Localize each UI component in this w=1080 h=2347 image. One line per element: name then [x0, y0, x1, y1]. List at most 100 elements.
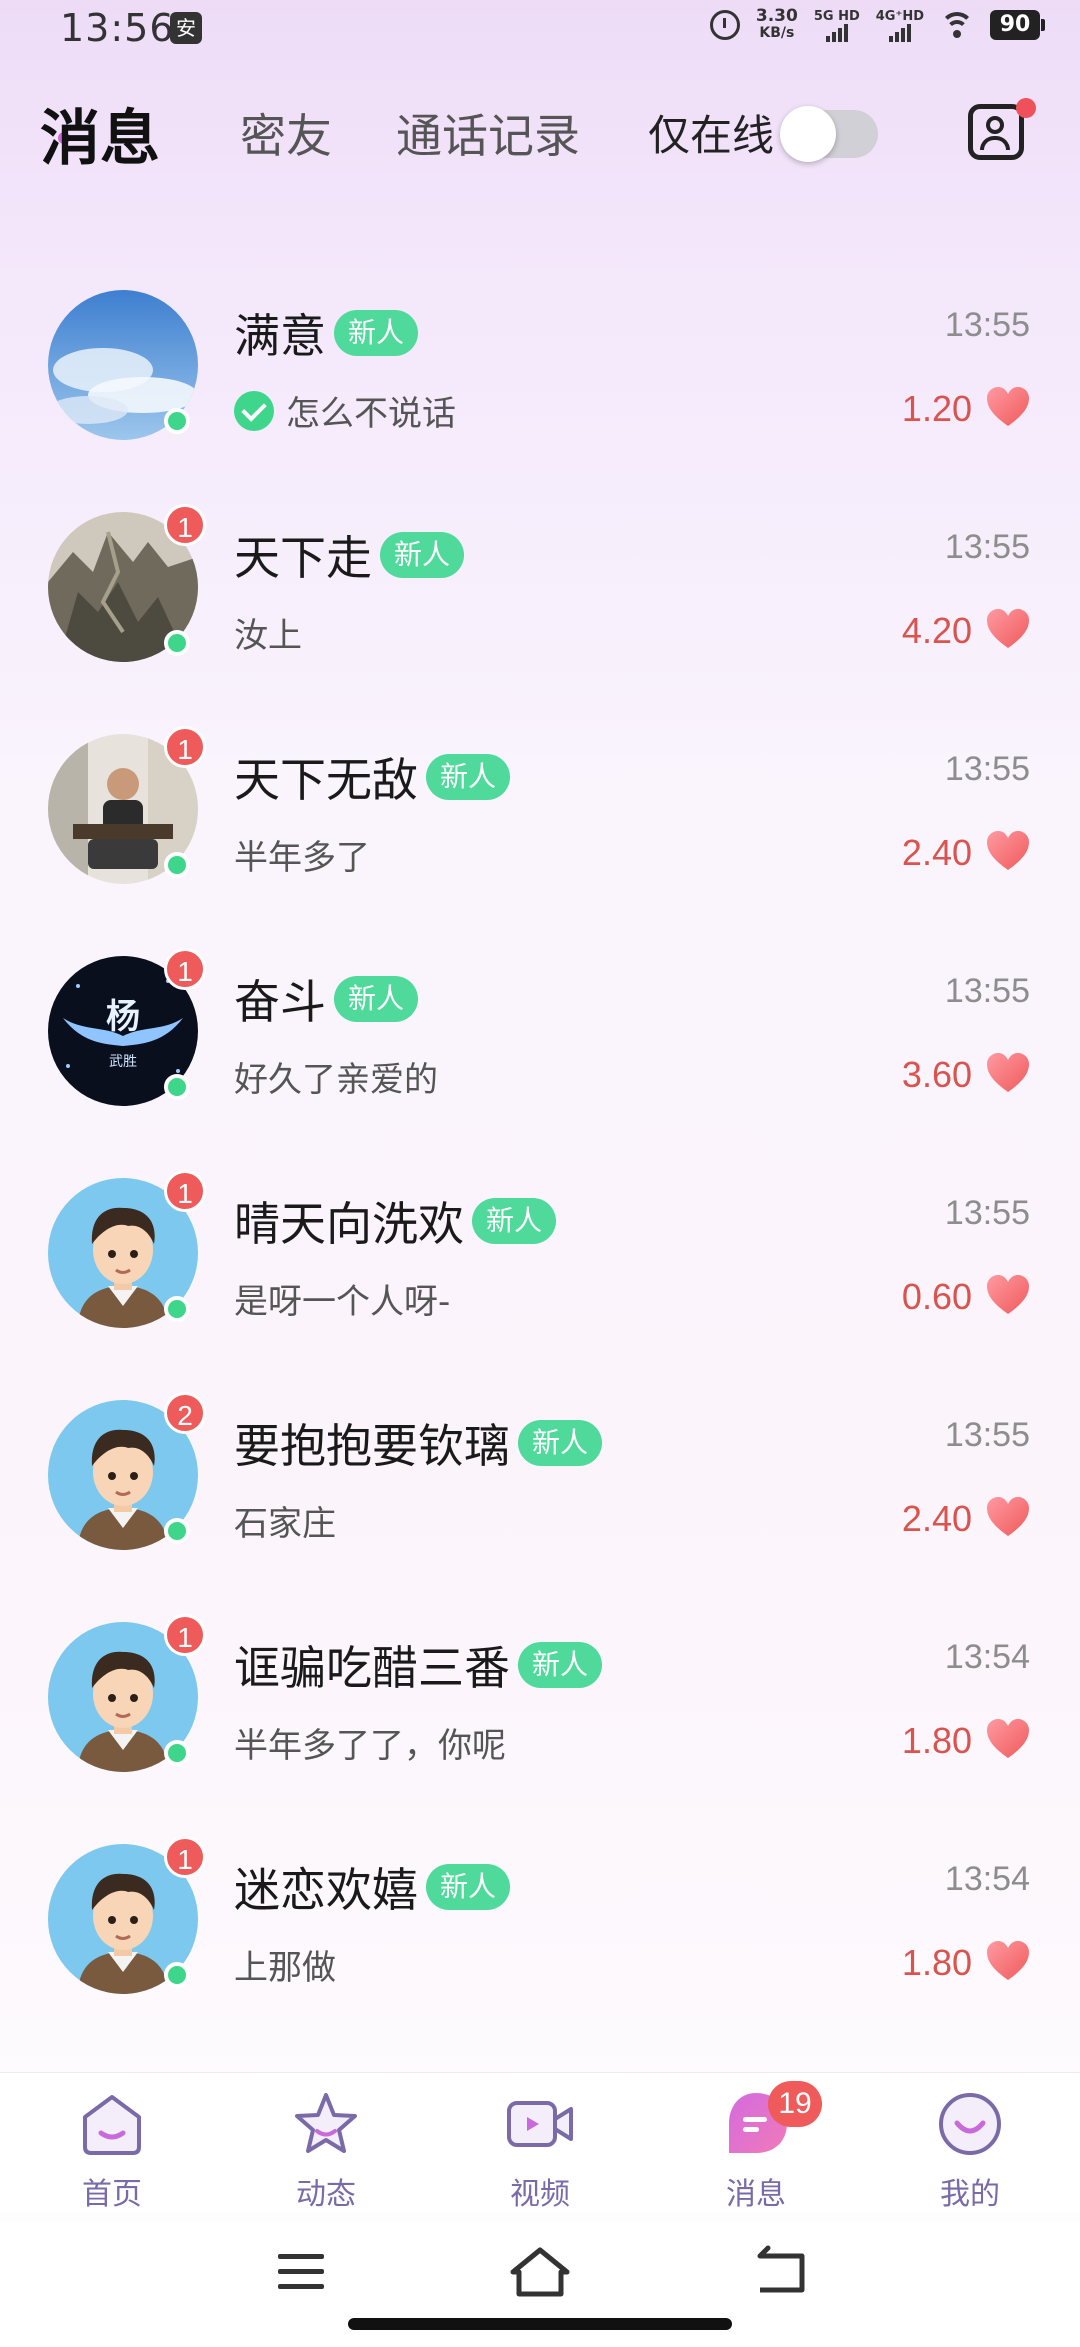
online-status-dot: [164, 1296, 190, 1322]
conversation-row[interactable]: 1 天下走 新人 13:55 汝上 4.20: [0, 492, 1080, 714]
nav-feed[interactable]: 动态: [256, 2089, 396, 2219]
system-nav-bar: [0, 2222, 1080, 2347]
battery-icon: 90: [990, 10, 1045, 40]
message-time: 13:54: [944, 1860, 1030, 1898]
heart-icon: [987, 1275, 1029, 1314]
signal-sim1-icon: 5G HD: [814, 9, 860, 42]
back-icon[interactable]: [746, 2242, 816, 2302]
nav-label: 视频: [510, 2177, 570, 2212]
nav-video[interactable]: 视频: [470, 2089, 610, 2219]
home-button-icon[interactable]: [505, 2242, 575, 2302]
conversation-row[interactable]: 满意 新人 13:55 怎么不说话 1.20: [0, 270, 1080, 492]
tab-close-friends[interactable]: 密友: [240, 100, 332, 166]
network-speed-unit: KB/s: [759, 25, 795, 41]
sim1-label: 5G HD: [813, 8, 860, 24]
tab-messages[interactable]: 消息: [40, 90, 160, 177]
nav-home[interactable]: 首页: [42, 2089, 182, 2219]
heart-icon: [987, 1497, 1029, 1536]
sim2-label: 4G⁺HD: [875, 8, 924, 24]
new-user-badge: 新人: [334, 310, 419, 356]
video-icon: [507, 2101, 573, 2147]
intimacy-score: 4.20: [901, 610, 972, 651]
online-only-toggle[interactable]: [780, 106, 878, 162]
toggle-knob: [780, 106, 836, 162]
intimacy-score: 1.20: [901, 388, 972, 429]
new-user-badge: 新人: [518, 1642, 603, 1688]
intimacy-score: 1.80: [901, 1942, 972, 1983]
last-message: 好久了亲爱的: [234, 1060, 438, 1100]
unread-badge: 1: [164, 504, 206, 546]
new-user-badge: 新人: [426, 754, 511, 800]
new-user-badge: 新人: [334, 976, 419, 1022]
network-speed: 3.30 KB/s: [756, 8, 798, 42]
nav-profile[interactable]: 我的: [900, 2089, 1040, 2219]
last-message: 半年多了了，你呢: [234, 1726, 506, 1766]
contact-name: 天下走: [234, 531, 372, 585]
unread-badge: 1: [164, 948, 206, 990]
intimacy-score: 2.40: [901, 1498, 972, 1539]
heart-icon: [987, 1719, 1029, 1758]
network-speed-value: 3.30: [755, 6, 798, 26]
online-status-dot: [164, 852, 190, 878]
intimacy-score: 0.60: [901, 1276, 972, 1317]
notification-app-icon: 安: [170, 12, 202, 44]
contact-name: 迷恋欢嬉: [234, 1863, 418, 1917]
nav-label: 首页: [82, 2177, 142, 2212]
contact-name: 要抱抱要钦璃: [234, 1419, 510, 1473]
online-status-dot: [164, 1740, 190, 1766]
status-bar: 13:56 安 3.30 KB/s 5G HD 4G⁺HD 90: [0, 0, 1080, 60]
intimacy-score: 1.80: [901, 1720, 972, 1761]
heart-icon: [987, 387, 1029, 426]
online-status-dot: [164, 1074, 190, 1100]
avatar-logo-text: 杨: [106, 997, 140, 1037]
last-message: 半年多了: [234, 838, 370, 878]
contact-name: 满意: [234, 309, 326, 363]
contact-name: 诓骗吃醋三番: [234, 1641, 510, 1695]
conversation-row[interactable]: 1 晴天向洗欢 新人 13:55 是呀一个人呀- 0.60: [0, 1158, 1080, 1380]
message-time: 13:54: [944, 1638, 1030, 1676]
unread-badge: 1: [164, 1170, 206, 1212]
contact-name: 晴天向洗欢: [234, 1197, 464, 1251]
online-only-label: 仅在线: [648, 111, 775, 160]
last-message: 是呀一个人呀-: [234, 1282, 451, 1322]
conversation-row[interactable]: 2 要抱抱要钦璃 新人 13:55 石家庄 2.40: [0, 1380, 1080, 1602]
contact-name: 奋斗: [234, 975, 326, 1029]
nav-label: 我的: [940, 2177, 1000, 2212]
last-message: 怎么不说话: [286, 394, 456, 434]
new-user-badge: 新人: [472, 1198, 557, 1244]
message-time: 13:55: [944, 1194, 1030, 1232]
signal-sim2-icon: 4G⁺HD: [876, 9, 924, 42]
conversation-row[interactable]: 1 迷恋欢嬉 新人 13:54 上那做 1.80: [0, 1824, 1080, 2046]
online-status-dot: [164, 408, 190, 434]
conversation-row[interactable]: 1 天下无敌 新人 13:55 半年多了 2.40: [0, 714, 1080, 936]
nav-messages[interactable]: 19 消息: [686, 2081, 826, 2219]
star-icon: [295, 2093, 357, 2153]
conversation-row[interactable]: 1 诓骗吃醋三番 新人 13:54 半年多了了，你呢 1.80: [0, 1602, 1080, 1824]
unread-badge: 2: [164, 1392, 206, 1434]
contact-name: 天下无敌: [234, 753, 418, 807]
conversation-row[interactable]: 杨 武胜 1 奋斗 新人 13:55 好久了亲爱的 3.60: [0, 936, 1080, 1158]
verified-check-icon: [234, 390, 274, 431]
heart-icon: [987, 1941, 1029, 1980]
last-message: 汝上: [234, 616, 302, 656]
online-status-dot: [164, 1518, 190, 1544]
new-user-badge: 新人: [518, 1420, 603, 1466]
alarm-icon: [709, 10, 740, 40]
contacts-button[interactable]: [968, 98, 1036, 162]
home-icon: [83, 2095, 141, 2155]
status-indicators: 3.30 KB/s 5G HD 4G⁺HD 90: [709, 8, 1045, 42]
wifi-icon: [940, 10, 974, 40]
last-message: 石家庄: [234, 1504, 336, 1544]
intimacy-score: 3.60: [901, 1054, 972, 1095]
bottom-nav: 首页 动态 视频 19 消息 我的: [0, 2072, 1080, 2212]
heart-icon: [987, 831, 1029, 870]
menu-icon[interactable]: [266, 2242, 336, 2302]
tab-call-history[interactable]: 通话记录: [396, 100, 580, 166]
message-time: 13:55: [944, 528, 1030, 566]
nav-label: 动态: [296, 2177, 356, 2212]
unread-badge: 1: [164, 1836, 206, 1878]
header: 消息 密友 通话记录 仅在线: [0, 90, 1080, 180]
last-message: 上那做: [234, 1948, 336, 1988]
notification-dot: [1016, 98, 1036, 118]
gesture-home-pill[interactable]: [348, 2318, 732, 2330]
